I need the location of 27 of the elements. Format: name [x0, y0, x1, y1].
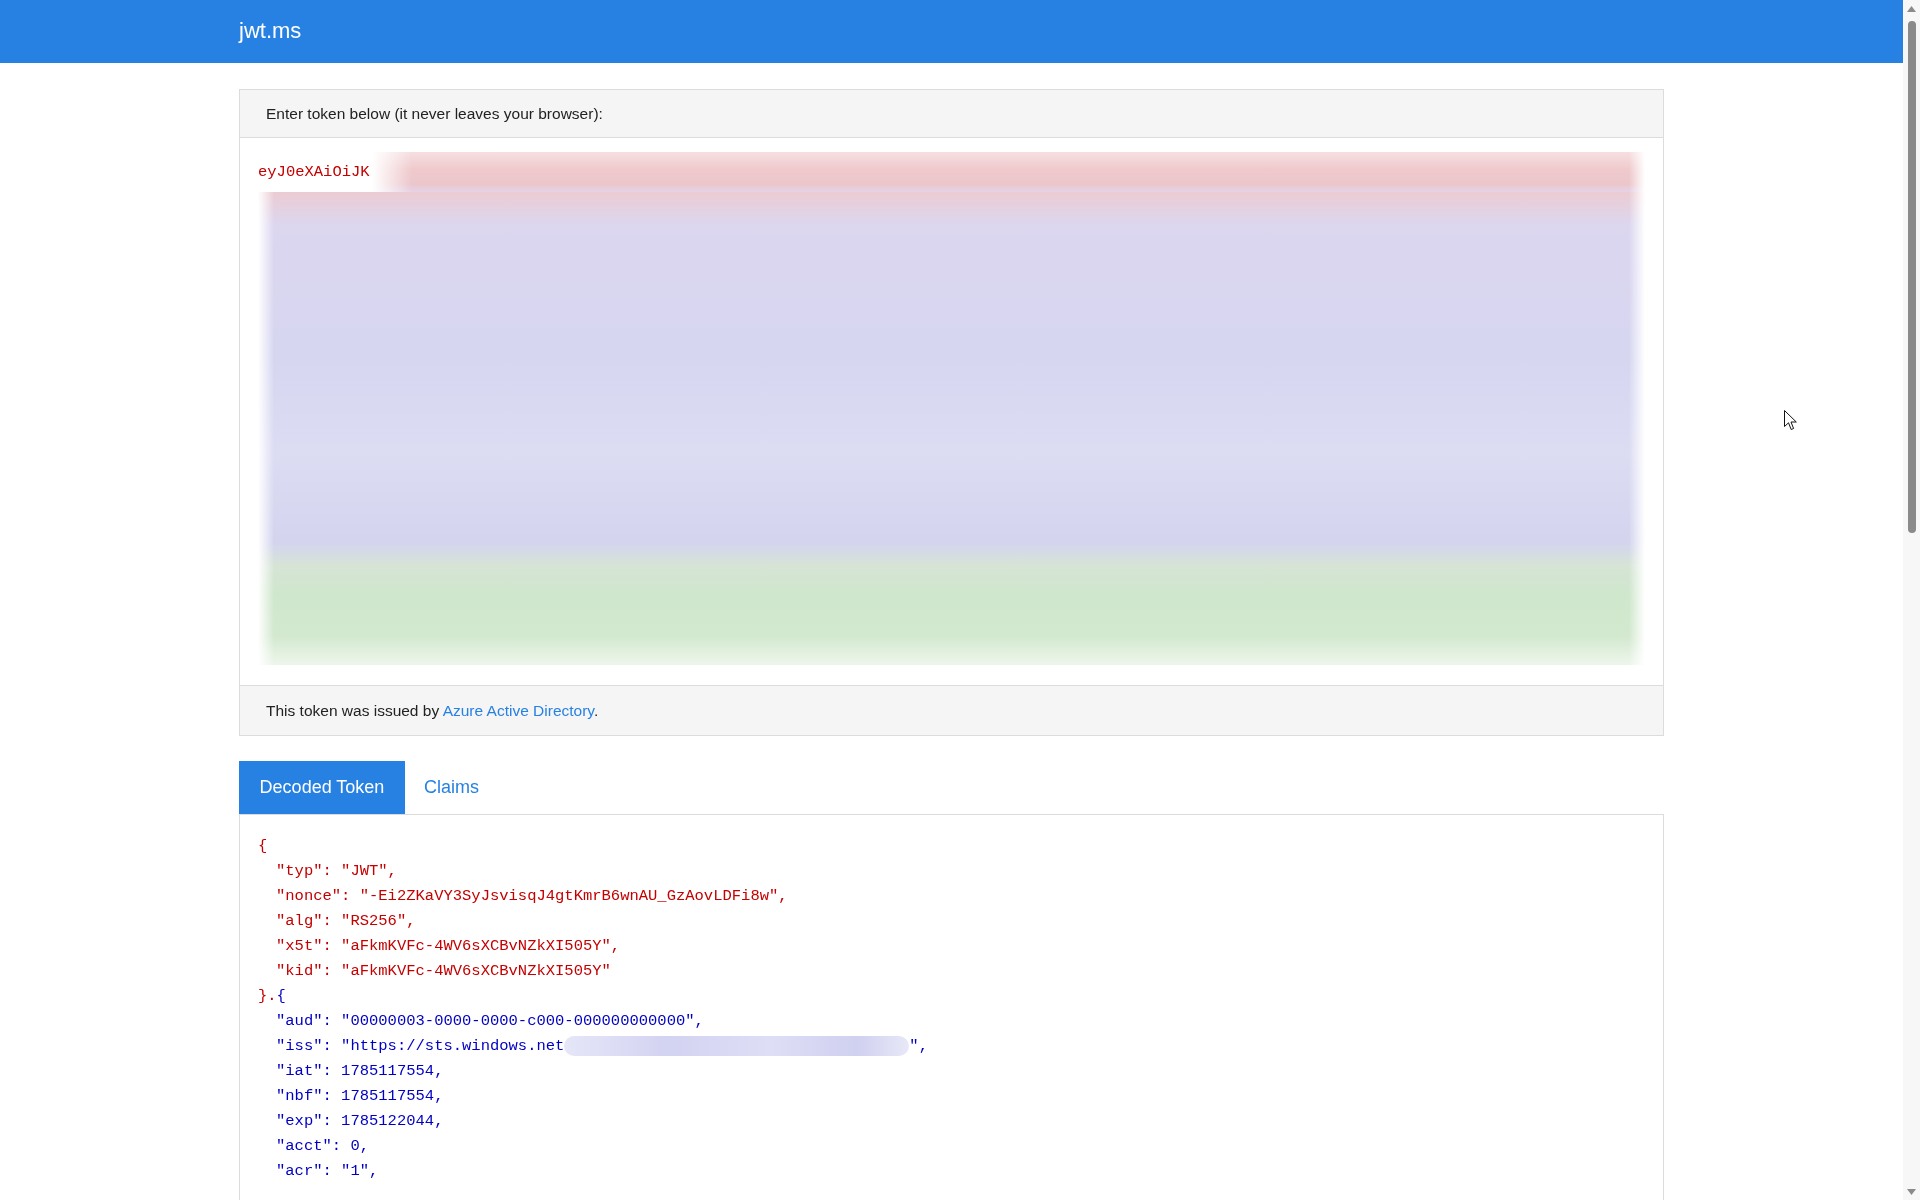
json-line: ",: [909, 1035, 928, 1057]
site-title[interactable]: jwt.ms: [239, 16, 302, 47]
json-line: "exp": 1785122044,: [276, 1110, 444, 1132]
json-brace: {: [276, 985, 286, 1007]
json-line: "kid": "aFkmKVFc-4WV6sXCBvNZkXI505Y": [276, 960, 611, 982]
json-line: "alg": "RS256",: [276, 910, 416, 932]
json-line: "acct": 0,: [276, 1135, 369, 1157]
scrollbar-thumb[interactable]: [1907, 21, 1916, 533]
issuer-note: This token was issued by Azure Active Directory.: [240, 685, 1663, 735]
json-brace: {: [258, 835, 268, 857]
json-line: "x5t": "aFkmKVFc-4WV6sXCBvNZkXI505Y",: [276, 935, 621, 957]
token-text: eyJ0eXAiOiJK: [258, 162, 371, 183]
json-line: "nonce": "-Ei2ZKaVY3SyJsvisqJ4gtKmrB6wnAU_GzAovLDFi8w",: [276, 885, 788, 907]
json-brace: }.: [258, 985, 277, 1007]
json-line: "aud": "00000003-0000-0000-c000-000000000000",: [276, 1010, 704, 1032]
tab[interactable]: Claims: [405, 761, 498, 814]
scroll-down-arrow-icon[interactable]: [1907, 1189, 1916, 1195]
json-line: "iat": 1785117554,: [276, 1060, 444, 1082]
panel-heading: Enter token below (it never leaves your browser):: [240, 90, 1663, 138]
tab[interactable]: Decoded Token: [239, 761, 405, 814]
json-line: "typ": "JWT",: [276, 860, 397, 882]
json-line: "nbf": 1785117554,: [276, 1085, 444, 1107]
json-line: "acr": "1",: [276, 1160, 379, 1182]
issuer-link[interactable]: Azure Active Directory: [442, 702, 594, 719]
mouse-pointer-icon: [1784, 410, 1797, 431]
json-line: "iss": "https://sts.windows.net: [276, 1035, 565, 1057]
scroll-up-arrow-icon[interactable]: [1907, 6, 1916, 12]
